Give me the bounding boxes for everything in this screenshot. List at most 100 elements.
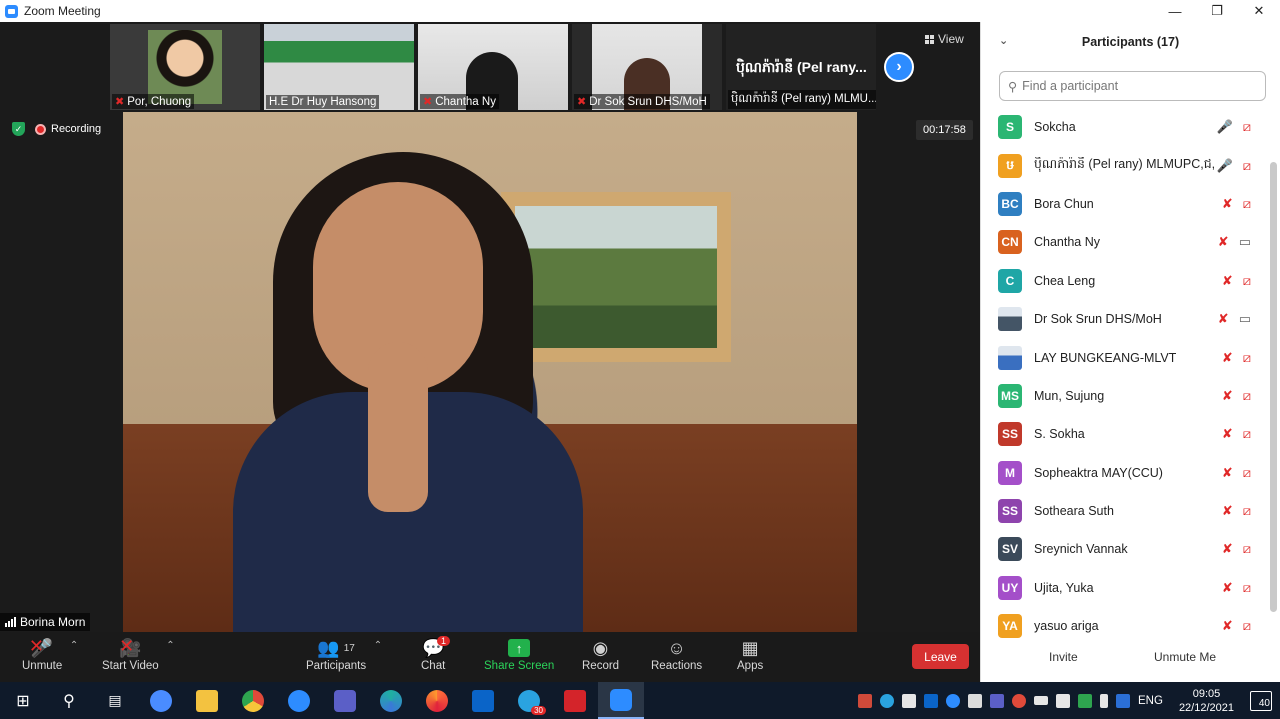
participants-icon: 👥 17 [317, 637, 355, 658]
taskbar-app[interactable] [414, 682, 460, 719]
scrollbar[interactable] [1270, 162, 1277, 612]
apps-button[interactable]: ▦ Apps [737, 636, 763, 673]
recording-indicator[interactable]: Recording [35, 123, 101, 135]
notification-center-icon[interactable]: 40 [1250, 690, 1272, 711]
participant-status-icons: 🎤 ⧄ [1217, 119, 1251, 135]
view-button[interactable]: View [925, 32, 964, 46]
participant-row[interactable]: LAY BUNGKEANG-MLVT ✘ ⧄ [981, 338, 1269, 376]
clock[interactable]: 09:05 22/12/2021 [1179, 687, 1234, 715]
thumbnail-video[interactable]: ✖ Dr Sok Srun DHS/MoH [572, 24, 722, 110]
battery-icon[interactable] [1034, 696, 1049, 705]
chat-button[interactable]: 💬 1 Chat [421, 636, 451, 672]
participant-row[interactable]: YA yasuo ariga ✘ ⧄ [981, 607, 1269, 645]
search-button[interactable]: ⚲ [46, 682, 92, 719]
taskbar-app[interactable] [368, 682, 414, 719]
participant-row[interactable]: C Chea Leng ✘ ⧄ [981, 262, 1269, 300]
taskbar-app[interactable] [138, 682, 184, 719]
taskbar-app[interactable] [322, 682, 368, 719]
muted-mic-icon: ✖ [423, 96, 433, 108]
chevron-up-icon[interactable]: ⌃ [374, 640, 382, 651]
taskbar-app[interactable]: 30 [506, 682, 552, 719]
tray-app-icon[interactable] [858, 693, 873, 708]
participant-row[interactable]: Dr Sok Srun DHS/MoH ✘ ▭ [981, 300, 1269, 338]
thumbnail-video[interactable]: H.E Dr Huy Hansong [264, 24, 414, 110]
participant-row[interactable]: SV Sreynich Vannak ✘ ⧄ [981, 530, 1269, 568]
minimize-button[interactable]: — [1154, 0, 1196, 22]
reactions-button[interactable]: ☺ Reactions [651, 636, 702, 673]
taskbar-app[interactable] [460, 682, 506, 719]
thumbnail-video[interactable]: ✖ Por, Chuong [110, 24, 260, 110]
participant-status-icons: ✘ ⧄ [1222, 465, 1251, 481]
participant-row[interactable]: SS S. Sokha ✘ ⧄ [981, 415, 1269, 453]
display-icon[interactable] [968, 693, 983, 708]
volume-icon[interactable] [1056, 693, 1071, 708]
restore-button[interactable]: ❐ [1196, 0, 1238, 22]
edge-icon [380, 689, 402, 712]
security-icon[interactable] [1078, 693, 1093, 708]
thumbnail-name-tag: H.E Dr Huy Hansong [266, 95, 380, 109]
participant-status-icons: ✘ ⧄ [1222, 350, 1251, 366]
taskbar-app[interactable] [276, 682, 322, 719]
participant-row[interactable]: M Sopheaktra MAY(CCU) ✘ ⧄ [981, 454, 1269, 492]
participants-panel: ⌄ Participants (17) ⚲ Find a participant… [980, 22, 1280, 682]
task-view-button[interactable]: ▤ [92, 682, 138, 719]
network-icon[interactable] [902, 693, 917, 708]
view-label: View [938, 32, 964, 46]
share-screen-button[interactable]: ↑ Share Screen [484, 636, 554, 672]
unmute-button[interactable]: 🎤 ✕ Unmute ⌃ [22, 636, 78, 673]
next-page-button[interactable]: › [884, 52, 914, 82]
participant-row[interactable]: UY Ujita, Yuka ✘ ⧄ [981, 569, 1269, 607]
invite-button[interactable]: Invite [1049, 650, 1078, 664]
active-speaker-name-tag: Borina Morn [0, 613, 91, 631]
participant-status-icons: ✘ ⧄ [1222, 388, 1251, 404]
word-icon[interactable] [1116, 693, 1131, 708]
video-off-icon: 🎥 ✕ [119, 635, 142, 658]
taskbar-app[interactable] [230, 682, 276, 719]
participant-status-icons: ✘ ▭ [1218, 234, 1251, 250]
skype-icon[interactable] [880, 693, 895, 708]
outlook-tray-icon[interactable] [924, 693, 939, 708]
thumbnail-video[interactable]: ✖ Chantha Ny [418, 24, 568, 110]
system-tray: ENG 09:05 22/12/2021 40 [858, 682, 1280, 719]
avatar: MS [998, 383, 1022, 408]
thumbnail-name-tag: ✖ Chantha Ny [420, 94, 499, 109]
leave-button[interactable]: Leave [912, 644, 969, 669]
muted-microphone-icon: ✘ [1221, 426, 1233, 442]
participant-name: Ujita, Yuka [1034, 580, 1094, 595]
participant-search[interactable]: ⚲ Find a participant [999, 71, 1266, 101]
record-button[interactable]: ◉ Record [582, 636, 619, 673]
search-icon: ⚲ [63, 692, 75, 710]
chevron-up-icon[interactable]: ⌃ [70, 640, 78, 651]
start-button[interactable]: ⊞ [0, 682, 46, 719]
muted-microphone-icon: ✘ [1217, 311, 1229, 327]
chevron-down-icon[interactable]: ⌄ [999, 34, 1008, 47]
participant-row[interactable]: SS Sotheara Suth ✘ ⧄ [981, 492, 1269, 530]
avatar: C [998, 268, 1022, 293]
window-title: Zoom Meeting [24, 4, 101, 18]
shield-icon[interactable]: ✓ [12, 122, 25, 136]
teams-tray-icon[interactable] [990, 693, 1005, 708]
language-indicator[interactable]: ENG [1138, 695, 1163, 707]
microphone-icon[interactable] [1100, 693, 1109, 708]
onedrive-icon[interactable] [946, 693, 961, 708]
taskbar-app[interactable] [552, 682, 598, 719]
chrome-tray-icon[interactable] [1012, 693, 1027, 708]
participants-button[interactable]: 👥 17 Participants ⌃ [306, 636, 382, 673]
participant-status-icons: ✘ ⧄ [1222, 503, 1251, 519]
start-video-button[interactable]: 🎥 ✕ Start Video ⌃ [102, 635, 175, 673]
taskbar-app-zoom-active[interactable] [598, 682, 644, 719]
participant-video [148, 30, 222, 104]
unmute-me-button[interactable]: Unmute Me [1154, 650, 1216, 664]
messenger-icon [150, 689, 172, 712]
muted-mic-icon: ✖ [577, 96, 587, 108]
taskbar-app[interactable] [184, 682, 230, 719]
participant-row[interactable]: BC Bora Chun ✘ ⧄ [981, 185, 1269, 223]
participant-row[interactable]: CN Chantha Ny ✘ ▭ [981, 223, 1269, 261]
participant-row[interactable]: S Sokcha 🎤 ⧄ [981, 108, 1269, 146]
participant-row[interactable]: ឞប៉ិណភ៉ារ៉ានី (Pel rany) MLMUPC,ជ, ... 🎤 ⧄ [981, 146, 1269, 184]
chevron-up-icon[interactable]: ⌃ [166, 640, 174, 651]
participant-row[interactable]: MS Mun, Sujung ✘ ⧄ [981, 377, 1269, 415]
close-button[interactable]: ✕ [1238, 0, 1280, 22]
muted-microphone-icon: ✘ [1221, 195, 1233, 211]
thumbnail-video[interactable]: ប៉ិណភ៉ារ៉ានី (Pel rany... ប៉ិណភ៉ារ៉ានី (… [726, 24, 876, 110]
